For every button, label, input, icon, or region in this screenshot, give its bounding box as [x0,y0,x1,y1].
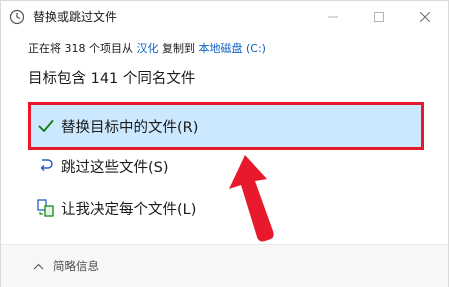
replace-files-label: 替换目标中的文件(R) [61,119,199,136]
destination-drive-link[interactable]: 本地磁盘 (C:) [199,42,266,55]
minimize-icon [328,16,338,18]
copy-info: 正在将 318 个项目从 汉化 复制到 本地磁盘 (C:) [28,41,266,57]
title-bar: 替换或跳过文件 [1,1,448,33]
copy-info-middle: 复制到 [162,42,195,55]
minimize-button[interactable] [310,1,356,33]
maximize-icon [374,12,384,22]
skip-files-label: 跳过这些文件(S) [61,159,169,176]
window-title: 替换或跳过文件 [33,10,118,24]
checkmark-icon [37,117,55,135]
annotation-arrow-icon [229,155,274,242]
maximize-button[interactable] [356,1,402,33]
source-folder-link[interactable]: 汉化 [137,42,159,55]
compare-files-icon [37,199,55,217]
replace-or-skip-dialog: 替换或跳过文件 正在将 318 个项目从 汉化 复制到 本地磁盘 (C:) 目标… [0,0,449,287]
copy-dialog-icon [9,9,25,25]
close-icon [420,12,430,22]
close-button[interactable] [402,1,448,33]
copy-info-prefix: 正在将 318 个项目从 [28,42,133,55]
conflict-heading: 目标包含 141 个同名文件 [28,71,196,87]
chevron-up-icon [33,263,44,269]
fewer-details-toggle[interactable]: 简略信息 [33,258,99,274]
skip-arrow-icon [37,157,55,175]
fewer-details-label: 简略信息 [53,259,99,273]
decide-each-file-label: 让我决定每个文件(L) [61,201,197,218]
replace-files-option[interactable]: 替换目标中的文件(R) [28,102,424,150]
